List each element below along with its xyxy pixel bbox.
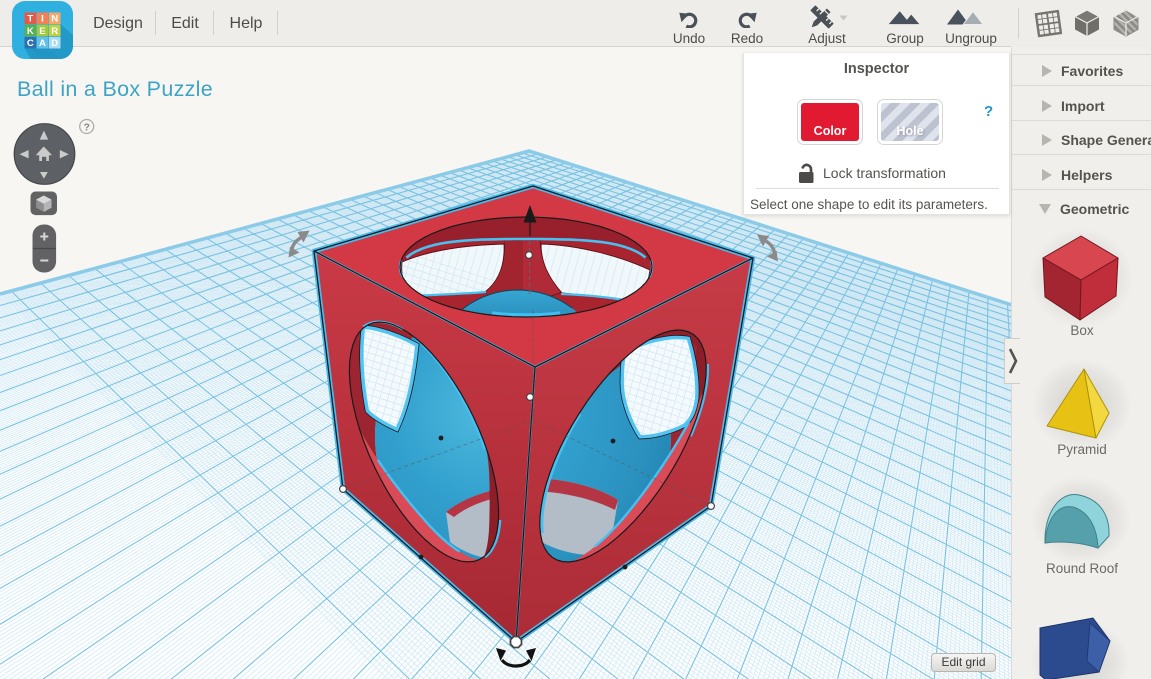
svg-text:R: R	[51, 26, 58, 37]
svg-text:T: T	[27, 14, 33, 25]
svg-text:K: K	[27, 26, 34, 37]
svg-text:D: D	[51, 38, 58, 49]
svg-text:N: N	[51, 14, 58, 25]
svg-text:A: A	[39, 38, 46, 49]
svg-text:E: E	[39, 26, 46, 37]
svg-text:C: C	[27, 38, 34, 49]
svg-text:?: ?	[83, 121, 89, 133]
svg-text:I: I	[41, 14, 44, 25]
